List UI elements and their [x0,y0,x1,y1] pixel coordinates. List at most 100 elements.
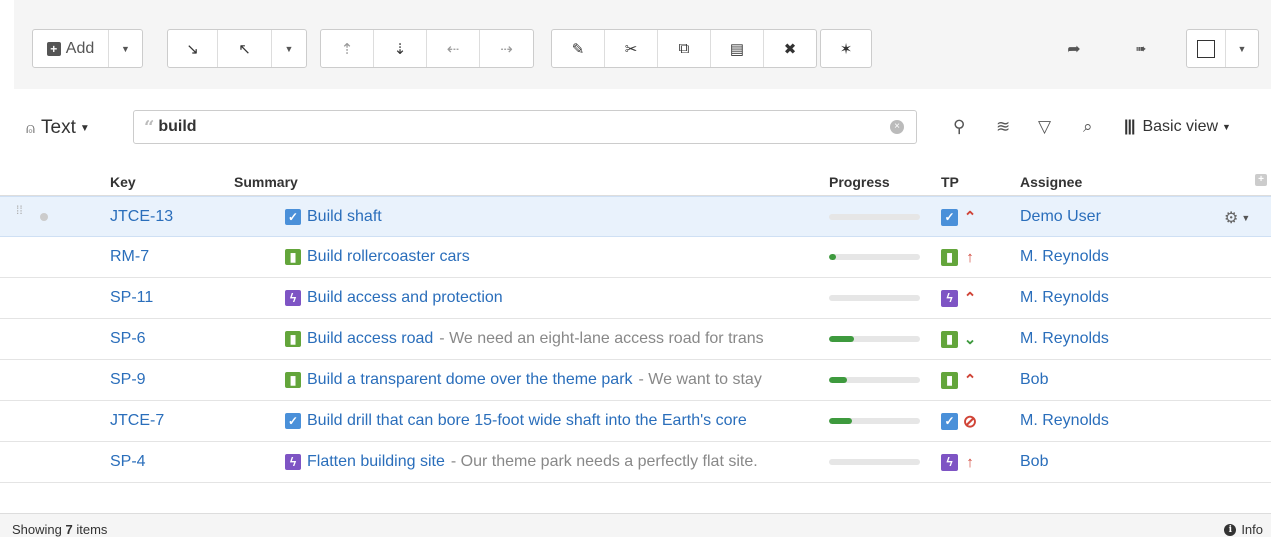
edit-button[interactable]: ✎ [552,30,605,67]
indent-button[interactable]: ⇢ [480,30,533,67]
issue-summary-link[interactable]: Build access and protection [307,289,503,307]
item-count: Showing 7 items [12,522,107,537]
pin-icon[interactable]: ⚲ [953,117,965,137]
share-button[interactable]: ➦ [1059,29,1089,68]
selection-dropdown-button[interactable]: ▼ [1226,30,1258,67]
selection-group: ▼ [1186,29,1259,68]
progress-bar [829,418,920,424]
arrow-left-icon: ⇠ [446,40,460,58]
delete-button[interactable]: ✖ [764,30,816,67]
view-selector[interactable]: ||| Basic view ▼ [1124,118,1231,136]
issue-key-link[interactable]: JTCE-13 [110,208,173,226]
filter-icon[interactable]: ▽ [1038,117,1051,137]
arrow-up-icon: ⇡ [340,40,354,58]
row-actions-button[interactable]: ⚙ ▼ [1224,208,1250,228]
search-icon[interactable]: ⌕ [1083,117,1093,137]
table-row[interactable]: SP-11 ϟ Build access and protection ϟ ⌃ M. Re… [0,278,1271,319]
drag-handle-icon[interactable]: ⁞⁞ [16,204,26,216]
assignee-link[interactable]: M. Reynolds [1020,412,1109,430]
issue-key-link[interactable]: SP-9 [110,371,146,389]
priority-blocker-icon: ⊘ [962,412,978,431]
outdent-button[interactable]: ⇠ [427,30,480,67]
column-header-summary[interactable]: Summary [234,174,298,190]
collapse-all-button[interactable]: ↖ [218,30,272,67]
progress-fill [829,377,848,383]
issue-summary-link[interactable]: Flatten building site [307,453,445,471]
issue-summary-link[interactable]: Build shaft [307,208,382,226]
person-search-icon: ⍝ [26,119,36,137]
issue-key-link[interactable]: RM-7 [110,248,149,266]
search-mode-selector[interactable]: ⍝ Text ▼ [26,117,90,139]
transform-button[interactable]: ✶ [821,30,871,67]
column-header-key[interactable]: Key [110,174,136,190]
issue-key-link[interactable]: SP-4 [110,453,146,471]
move-up-button[interactable]: ⇡ [321,30,374,67]
type-priority-cell: ✓ ⊘ [941,413,978,430]
add-button-group: + Add ▼ [32,29,143,68]
table-row[interactable]: SP-6 ▮ Build access road - We need an eight… [0,319,1271,360]
priority-highest-icon: ⌃ [963,372,977,389]
priority-low-icon: ⌄ [963,331,977,348]
table-row[interactable]: ⁞⁞ JTCE-13 ✓ Build shaft ✓ ⌃ Demo User ⚙ ▼ [0,196,1271,237]
paste-button[interactable]: ▤ [711,30,764,67]
issue-key-link[interactable]: SP-11 [110,289,153,307]
progress-fill [829,336,855,342]
search-mode-label: Text [41,117,76,138]
table-row[interactable]: RM-7 ▮ Build rollercoaster cars ▮ ↑ M. Reynol… [0,237,1271,278]
copy-button[interactable]: ⧉ [658,30,711,67]
issue-description: - Our theme park needs a perfectly flat … [450,453,758,470]
issue-summary-link[interactable]: Build drill that can bore 15-foot wide s… [307,412,747,430]
caret-down-icon: ▼ [1222,122,1231,132]
add-column-icon[interactable]: + [1255,174,1267,186]
issue-type-story-icon: ▮ [285,249,301,265]
info-button[interactable]: i Info [1224,522,1263,537]
columns-icon: ||| [1124,118,1135,135]
select-all-button[interactable] [1187,30,1226,67]
assignee-link[interactable]: M. Reynolds [1020,289,1109,307]
cut-button[interactable]: ✂ [605,30,658,67]
progress-fill [829,418,852,424]
assignee-link[interactable]: Bob [1020,453,1048,471]
issue-summary: ▮ Build a transparent dome over the theme… [285,371,815,389]
arrow-down-icon: ⇣ [393,40,407,58]
issue-type-epic-icon: ϟ [941,454,958,471]
table-row[interactable]: SP-9 ▮ Build a transparent dome over the t… [0,360,1271,401]
column-header-progress[interactable]: Progress [829,174,890,190]
table-row[interactable]: SP-4 ϟ Flatten building site - Our theme pa… [0,442,1271,483]
priority-highest-icon: ⌃ [963,209,977,226]
issue-summary-link[interactable]: Build a transparent dome over the theme … [307,371,633,389]
export-button[interactable]: ➠ [1126,29,1156,68]
issue-key-link[interactable]: SP-6 [110,330,146,348]
expand-all-button[interactable]: ↘ [168,30,218,67]
expand-icon: ↘ [186,40,199,58]
row-status-dot [40,213,48,221]
add-button[interactable]: + Add [33,30,109,67]
showing-prefix: Showing [12,522,62,537]
move-down-button[interactable]: ⇣ [374,30,427,67]
issue-type-story-icon: ▮ [941,372,958,389]
assignee-link[interactable]: Bob [1020,371,1048,389]
layers-icon[interactable]: ≋ [996,117,1010,137]
assignee-link[interactable]: M. Reynolds [1020,330,1109,348]
info-icon: i [1224,523,1237,536]
issue-summary-link[interactable]: Build rollercoaster cars [307,248,470,266]
table-row[interactable]: JTCE-7 ✓ Build drill that can bore 15-foot… [0,401,1271,442]
share-icon: ➦ [1067,40,1081,58]
progress-bar [829,336,920,342]
caret-down-icon: ▼ [1241,213,1251,223]
issue-summary-link[interactable]: Build access road [307,330,433,348]
table-header: Key Summary Progress TP Assignee + [0,168,1271,196]
expand-collapse-group: ↘ ↖ ▼ [167,29,307,68]
column-header-assignee[interactable]: Assignee [1020,174,1082,190]
quote-icon: “ [144,116,155,138]
issue-key-link[interactable]: JTCE-7 [110,412,164,430]
add-dropdown-button[interactable]: ▼ [109,30,142,67]
expand-dropdown-button[interactable]: ▼ [272,30,306,67]
clear-search-icon[interactable]: × [890,120,904,134]
search-input[interactable]: “ build × [133,110,917,144]
assignee-link[interactable]: Demo User [1020,208,1101,226]
info-label: Info [1241,522,1263,537]
column-header-tp[interactable]: TP [941,174,959,190]
edit-group: ✎ ✂ ⧉ ▤ ✖ [551,29,817,68]
assignee-link[interactable]: M. Reynolds [1020,248,1109,266]
